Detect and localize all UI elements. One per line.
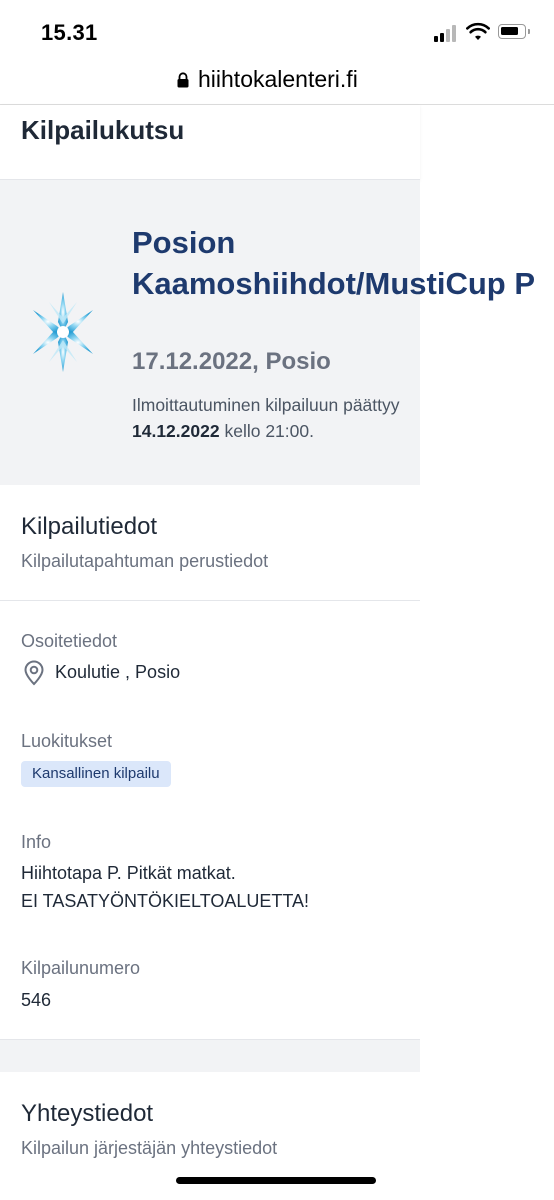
lock-icon bbox=[177, 72, 189, 88]
address-bar[interactable]: hiihtokalenteri.fi bbox=[0, 60, 554, 105]
battery-icon bbox=[498, 24, 530, 39]
status-time: 15.31 bbox=[41, 20, 98, 45]
section-title: Kilpailutiedot bbox=[21, 513, 158, 540]
info-line-1: Hiihtotapa P. Pitkät matkat. bbox=[21, 863, 236, 883]
status-bar: 15.31 bbox=[0, 0, 554, 60]
info-line-2: EI TASATYÖNTÖKIELTOALUETTA! bbox=[21, 891, 310, 911]
contact-title: Yhteystiedot bbox=[21, 1100, 154, 1127]
info-label: Info bbox=[21, 832, 52, 852]
classification-badge: Kansallinen kilpailu bbox=[21, 761, 171, 787]
address-value: Koulutie , Posio bbox=[55, 662, 181, 682]
home-indicator[interactable] bbox=[176, 1177, 376, 1184]
competition-number-label: Kilpailunumero bbox=[21, 958, 141, 978]
page-title: Kilpailukutsu bbox=[21, 115, 185, 145]
registration-deadline: 14.12.2022 bbox=[132, 421, 220, 441]
event-date-location: 17.12.2022, Posio bbox=[132, 348, 331, 375]
classification-label: Luokitukset bbox=[21, 731, 113, 751]
url-text[interactable]: hiihtokalenteri.fi bbox=[198, 66, 358, 93]
competition-number-value: 546 bbox=[21, 990, 52, 1010]
wifi-icon bbox=[466, 22, 490, 40]
registration-prefix: Ilmoittautuminen kilpailuun päättyy bbox=[132, 395, 400, 415]
registration-suffix: kello 21:00. bbox=[224, 421, 314, 441]
address-label: Osoitetiedot bbox=[21, 631, 118, 651]
registration-note: Ilmoittautuminen kilpailuun päättyy 14.12… bbox=[132, 392, 492, 444]
page-header: Kilpailukutsu bbox=[0, 105, 420, 180]
location-pin-icon bbox=[24, 660, 44, 686]
snowflake-logo-icon bbox=[33, 292, 93, 372]
event-title: Posion Kaamoshiihdot/MustiCup P bbox=[132, 225, 535, 301]
contact-subtitle: Kilpailun järjestäjän yhteystiedot bbox=[21, 1138, 278, 1158]
divider bbox=[0, 600, 420, 601]
cellular-signal-icon bbox=[434, 24, 460, 42]
section-subtitle: Kilpailutapahtuman perustiedot bbox=[21, 551, 269, 571]
